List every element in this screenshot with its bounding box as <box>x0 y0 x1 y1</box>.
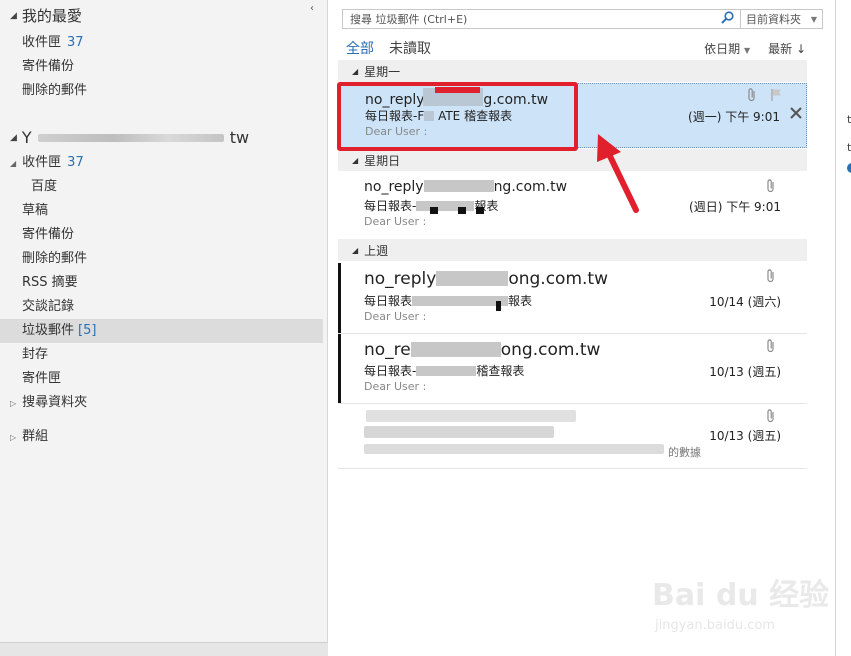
message-list-pane: 搜尋 垃圾郵件 (Ctrl+E) 目前資料夾 ▼ 全部 未讀取 依日期 ▼ 最新… <box>338 0 823 656</box>
folder-pane-footer <box>0 642 328 656</box>
folder-search-folders[interactable]: ▷ 搜尋資料夾 <box>10 391 87 415</box>
message-sender: no_reply ng.com.tw <box>364 179 568 195</box>
message-date: 10/13 (週五) <box>709 365 781 379</box>
folder-archive[interactable]: 封存 <box>22 343 48 367</box>
account-header[interactable]: ◢ Y tw <box>10 128 249 147</box>
message-preview: Dear User : <box>364 380 427 393</box>
folder-deleted[interactable]: 刪除的郵件 <box>22 247 87 271</box>
unread-indicator <box>338 263 341 333</box>
baidu-watermark: Bai du 经验 <box>652 578 830 613</box>
chevron-down-icon: ▼ <box>810 14 817 24</box>
paperclip-icon <box>747 87 757 107</box>
favorites-item-inbox[interactable]: 收件匣 37 <box>22 31 84 55</box>
message-preview: 的數據 <box>668 446 701 459</box>
paperclip-icon <box>766 268 776 288</box>
message-item[interactable]: no_reply ng.com.tw 每日報表- 報表 Dear User : (週… <box>338 172 807 238</box>
collapse-triangle-icon: ◢ <box>352 155 359 165</box>
filter-bar: 全部 未讀取 依日期 ▼ 最新 ↓ <box>346 38 806 58</box>
message-sender: no_re ong.com.tw <box>364 340 601 360</box>
paperclip-icon <box>766 338 776 358</box>
message-item[interactable]: no_reply ong.com.tw 每日報表 報表 Dear User : 10… <box>338 263 807 333</box>
message-subject: 每日報表-F ATE 稽查報表 <box>365 109 513 123</box>
folder-pane: ‹ ◢ 我的最愛 收件匣 37 寄件備份 刪除的郵件 ◢ Y tw ◢ 收件匣 37 … <box>0 0 328 656</box>
folder-outbox[interactable]: 寄件匣 <box>22 367 61 391</box>
message-preview: Dear User : <box>365 125 428 138</box>
delete-icon[interactable] <box>789 105 803 124</box>
favorites-item-deleted[interactable]: 刪除的郵件 <box>22 79 87 103</box>
message-subject: 每日報表 報表 <box>364 294 533 308</box>
blurred-sender <box>366 410 576 422</box>
folder-inbox[interactable]: ◢ 收件匣 37 <box>10 151 84 175</box>
redacted-account-name <box>37 133 224 142</box>
filter-unread[interactable]: 未讀取 <box>389 38 431 58</box>
expand-triangle-icon: ◢ <box>10 159 17 168</box>
baidu-watermark-url: jingyan.baidu.com <box>655 618 775 633</box>
group-header-sunday[interactable]: ◢ 星期日 <box>338 149 807 171</box>
unread-indicator <box>338 334 341 403</box>
sort-order-newest[interactable]: 最新 ↓ <box>768 40 806 57</box>
unread-count: 37 <box>67 35 84 50</box>
search-input[interactable]: 搜尋 垃圾郵件 (Ctrl+E) 目前資料夾 ▼ <box>342 9 823 29</box>
message-preview: Dear User : <box>364 215 427 228</box>
folder-baidu[interactable]: 百度 <box>31 175 57 199</box>
expand-triangle-icon: ◢ <box>10 10 17 21</box>
message-preview: Dear User : <box>364 310 427 323</box>
flag-icon[interactable] <box>771 88 783 105</box>
search-scope-dropdown[interactable]: 目前資料夾 ▼ <box>740 10 822 28</box>
sort-by-date[interactable]: 依日期 ▼ <box>704 40 750 57</box>
blurred-preview <box>364 444 664 454</box>
message-date: (週日) 下午 9:01 <box>689 200 781 214</box>
folder-rss[interactable]: RSS 摘要 <box>22 271 78 295</box>
group-header-monday[interactable]: ◢ 星期一 <box>338 60 807 82</box>
unread-count: 37 <box>67 155 84 170</box>
message-item[interactable]: no_reply ng.com.tw 每日報表-F ATE 稽查報表 Dear U… <box>338 83 807 148</box>
collapse-triangle-icon: ◢ <box>352 66 359 76</box>
paperclip-icon <box>766 408 776 428</box>
expand-arrow-icon: ▷ <box>10 399 17 408</box>
groups-header[interactable]: ▷ 群組 <box>10 425 48 449</box>
expand-arrow-icon: ▷ <box>10 433 17 442</box>
blurred-subject <box>364 426 554 438</box>
favorites-item-sent[interactable]: 寄件備份 <box>22 55 74 79</box>
collapse-triangle-icon: ◢ <box>352 245 359 255</box>
paperclip-icon <box>766 178 776 198</box>
folder-sent[interactable]: 寄件備份 <box>22 223 74 247</box>
group-header-last-week[interactable]: ◢ 上週 <box>338 239 807 261</box>
folder-drafts[interactable]: 草稿 <box>22 199 48 223</box>
reading-pane: t t <box>835 0 851 656</box>
collapse-pane-icon[interactable]: ‹ <box>310 3 314 14</box>
favorites-header[interactable]: ◢ 我的最愛 <box>10 5 82 26</box>
search-icon[interactable] <box>714 10 740 28</box>
message-date: 10/13 (週五) <box>709 429 781 443</box>
message-item[interactable]: 的數據 10/13 (週五) <box>338 404 807 468</box>
folder-junk-email[interactable]: 垃圾郵件 [5] <box>0 319 323 343</box>
folder-conversation-history[interactable]: 交談記錄 <box>22 295 74 319</box>
message-subject: 每日報表- 稽查報表 <box>364 364 525 378</box>
message-item[interactable]: no_re ong.com.tw 每日報表- 稽查報表 Dear User : 10… <box>338 334 807 403</box>
sort-controls: 依日期 ▼ 最新 ↓ <box>704 40 806 57</box>
outlook-window: ‹ ◢ 我的最愛 收件匣 37 寄件備份 刪除的郵件 ◢ Y tw ◢ 收件匣 37 … <box>0 0 851 656</box>
reading-pane-marker <box>847 163 851 173</box>
message-sender: no_reply ong.com.tw <box>364 269 608 289</box>
filter-all[interactable]: 全部 <box>346 38 374 58</box>
unread-count: [5] <box>78 323 97 338</box>
search-placeholder: 搜尋 垃圾郵件 (Ctrl+E) <box>350 13 468 26</box>
message-date: (週一) 下午 9:01 <box>688 110 780 124</box>
expand-triangle-icon: ◢ <box>10 132 17 143</box>
message-date: 10/14 (週六) <box>709 295 781 309</box>
